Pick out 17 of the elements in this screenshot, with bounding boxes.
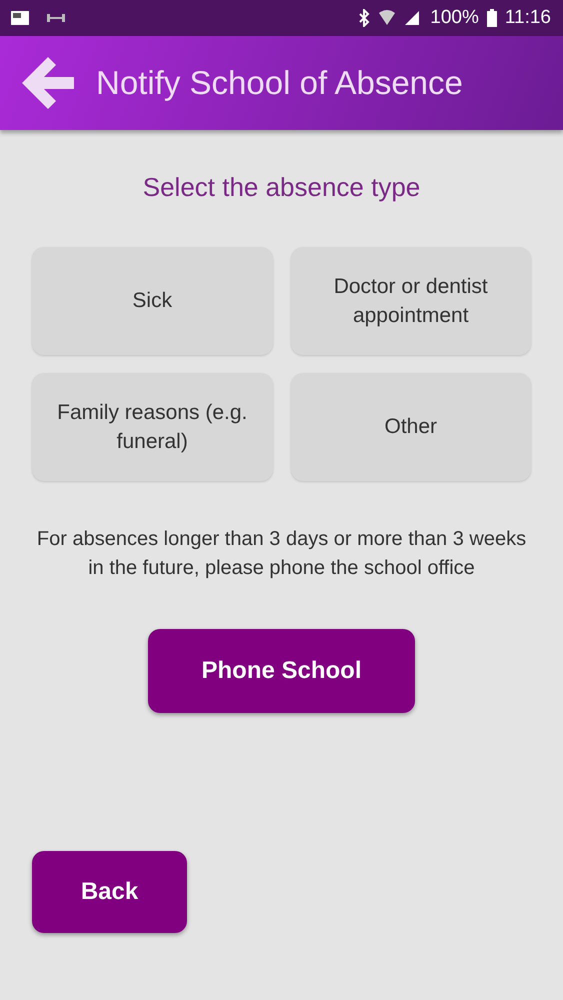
phone-school-button[interactable]: Phone School — [148, 629, 415, 713]
absence-type-option[interactable]: Sick — [32, 247, 272, 355]
info-text: For absences longer than 3 days or more than 3 weeks in the future, please phone the school office — [36, 527, 528, 581]
image-icon — [10, 10, 30, 26]
clock-time: 11:16 — [504, 6, 551, 30]
back-arrow-icon[interactable] — [20, 55, 74, 111]
battery-level: 100% — [430, 6, 479, 30]
absence-type-option[interactable]: Doctor or dentist appointment — [290, 247, 531, 355]
wifi-icon — [378, 10, 396, 26]
bluetooth-icon — [358, 9, 370, 27]
section-heading: Select the absence type — [142, 171, 422, 204]
absence-type-option[interactable]: Other — [290, 373, 531, 481]
battery-icon — [486, 9, 497, 27]
screen-title: Notify School of Absence — [96, 63, 463, 104]
absence-type-option[interactable]: Family reasons (e.g. funeral) — [32, 373, 272, 481]
link-icon — [46, 13, 66, 23]
back-button[interactable]: Back — [32, 851, 187, 933]
